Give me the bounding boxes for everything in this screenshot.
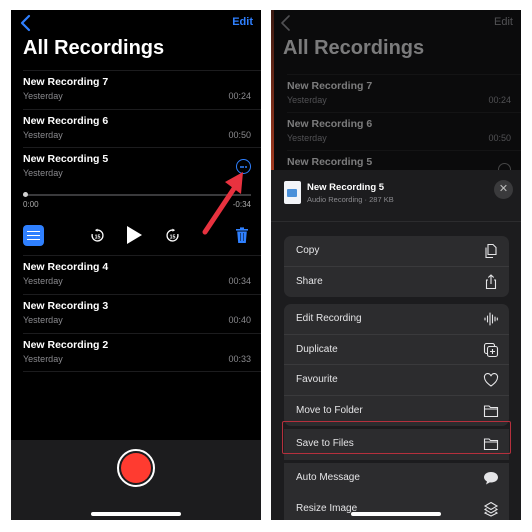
left-screen: Edit All Recordings New Recording 7 Yest… (11, 10, 261, 520)
action-auto-message[interactable]: Auto Message (284, 463, 509, 494)
recording-duration: 00:50 (228, 130, 251, 140)
time-elapsed: 0:00 (23, 200, 39, 209)
close-button[interactable]: ✕ (494, 180, 513, 199)
recording-row[interactable]: New Recording 7 Yesterday 00:24 (287, 74, 521, 113)
home-indicator (91, 512, 181, 516)
recording-duration: 00:33 (228, 354, 251, 364)
sheet-file-subtitle: Audio Recording · 287 KB (307, 195, 394, 204)
record-icon (121, 453, 151, 483)
ellipsis-dot (242, 165, 245, 168)
recording-name: New Recording 7 (287, 80, 373, 92)
action-label: Edit Recording (296, 313, 362, 324)
edit-button[interactable]: Edit (232, 16, 253, 28)
recording-name: New Recording 5 (23, 153, 109, 165)
action-group-1: Copy Share (284, 236, 509, 297)
recording-duration: 00:40 (228, 315, 251, 325)
edit-button[interactable]: Edit (494, 16, 513, 28)
recording-date: Yesterday (23, 276, 63, 286)
recording-date: Yesterday (287, 133, 327, 143)
recording-date: Yesterday (287, 95, 327, 105)
recording-name: New Recording 3 (23, 300, 109, 312)
svg-text:15: 15 (95, 234, 101, 240)
svg-text:15: 15 (170, 234, 176, 240)
waveform-icon (484, 312, 498, 326)
home-indicator (351, 512, 441, 516)
recording-date: Yesterday (23, 354, 63, 364)
recording-duration: 00:34 (228, 276, 251, 286)
action-group-2: Edit Recording Duplicate Favourite Move … (284, 304, 509, 426)
recording-row[interactable]: New Recording 6 Yesterday 00:50 (287, 112, 521, 151)
chevron-left-icon[interactable] (19, 14, 33, 32)
ellipsis-dot (239, 165, 242, 168)
recording-date: Yesterday (23, 130, 63, 140)
skip-back-15-icon[interactable]: 15 (90, 228, 105, 243)
scrubber-knob[interactable] (23, 192, 28, 197)
share-sheet: New Recording 5 Audio Recording · 287 KB… (271, 170, 521, 520)
action-label: Copy (296, 245, 320, 256)
action-label: Favourite (296, 374, 338, 385)
recording-date: Yesterday (23, 315, 63, 325)
duplicate-icon (483, 342, 499, 357)
recording-row[interactable]: New Recording 7 Yesterday 00:24 (23, 70, 261, 109)
message-bubble-icon (484, 472, 498, 485)
action-edit-recording[interactable]: Edit Recording (284, 304, 509, 335)
action-label: Move to Folder (296, 404, 363, 416)
action-favourite[interactable]: Favourite (284, 365, 509, 396)
recording-name: New Recording 4 (23, 261, 109, 273)
skip-forward-15-icon[interactable]: 15 (165, 228, 180, 243)
recording-duration: 00:50 (488, 133, 511, 143)
background-edge (271, 10, 274, 170)
recording-name: New Recording 6 (287, 118, 373, 130)
recording-row[interactable]: New Recording 2 Yesterday 00:33 (23, 333, 261, 372)
sliders-icon[interactable] (23, 225, 44, 246)
recording-duration: 00:24 (488, 95, 511, 105)
layers-icon (483, 501, 499, 517)
recording-row[interactable]: New Recording 6 Yesterday 00:50 (23, 109, 261, 148)
recording-duration: 00:24 (228, 91, 251, 101)
recording-row[interactable]: New Recording 3 Yesterday 00:40 (23, 294, 261, 333)
share-icon (485, 273, 497, 289)
recording-row[interactable]: New Recording 4 Yesterday 00:34 (23, 255, 261, 294)
sheet-header: New Recording 5 Audio Recording · 287 KB… (271, 170, 521, 222)
ellipsis-dot (245, 165, 248, 168)
action-duplicate[interactable]: Duplicate (284, 335, 509, 365)
annotation-arrow-icon (202, 172, 243, 235)
action-label: Auto Message (296, 472, 360, 483)
right-screen: Edit All Recordings New Recording 7 Yest… (271, 10, 521, 520)
chevron-left-icon[interactable] (279, 14, 293, 32)
action-label: Resize Image (296, 503, 358, 514)
recording-name: New Recording 7 (23, 76, 109, 88)
recording-date: Yesterday (23, 91, 63, 101)
play-icon[interactable] (127, 226, 142, 244)
copy-icon (485, 243, 497, 259)
action-copy[interactable]: Copy (284, 236, 509, 267)
sheet-file-name: New Recording 5 (307, 182, 385, 193)
bottom-toolbar (11, 440, 261, 520)
action-resize-image[interactable]: Resize Image (284, 494, 509, 520)
page-title: All Recordings (23, 37, 165, 59)
audio-file-icon (284, 181, 301, 204)
recording-name: New Recording 2 (23, 339, 109, 351)
recording-name: New Recording 5 (287, 156, 373, 168)
recording-date: Yesterday (23, 168, 63, 178)
action-share[interactable]: Share (284, 267, 509, 298)
folder-icon (483, 404, 499, 417)
recording-name: New Recording 6 (23, 115, 109, 127)
heart-icon (483, 372, 499, 387)
page-title: All Recordings (283, 37, 425, 59)
highlight-box (282, 421, 511, 454)
action-label: Duplicate (296, 343, 338, 355)
action-label: Share (296, 275, 323, 287)
record-button[interactable] (117, 449, 155, 487)
